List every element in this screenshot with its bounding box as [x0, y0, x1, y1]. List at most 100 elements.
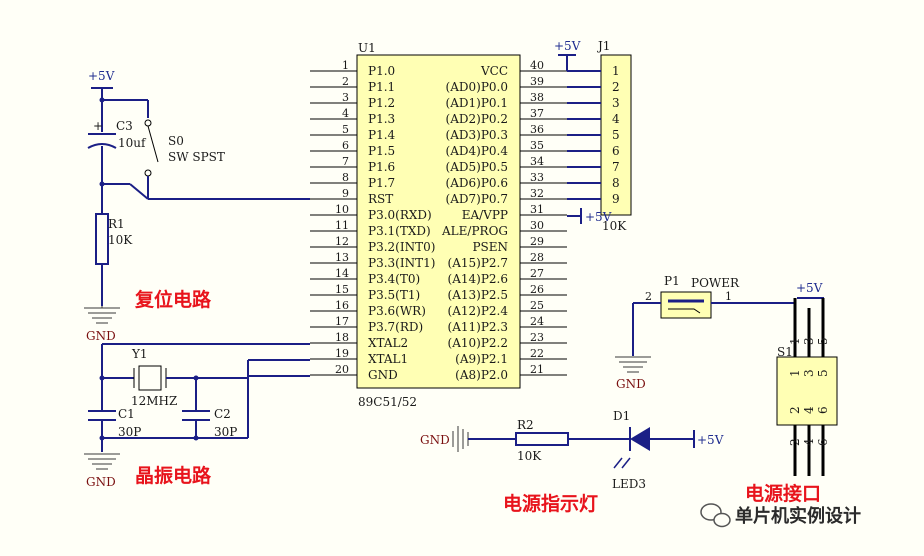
mcu-pin-name: (A12)P2.4 — [448, 304, 509, 318]
c1-ref: C1 — [118, 407, 135, 421]
section-label-crystal: 晶振电路 — [135, 464, 212, 487]
mcu-pin-number: 4 — [342, 107, 349, 120]
mcu-pin-number: 8 — [342, 171, 349, 184]
p1-power: POWER — [691, 276, 740, 290]
crystal-gnd-label: GND — [86, 475, 116, 489]
r2-value: 10K — [517, 449, 542, 463]
mcu-pin-number: 15 — [335, 283, 349, 296]
mcu-pin-number: 20 — [335, 363, 349, 376]
s0-ref: S0 — [168, 134, 184, 148]
mcu-pin-number: 10 — [335, 203, 349, 216]
mcu-pin-name: PSEN — [472, 240, 508, 254]
j1-pin-number: 3 — [612, 96, 620, 110]
mcu-pin-number: 18 — [335, 331, 349, 344]
mcu-pin-name: P1.3 — [368, 112, 395, 126]
schematic: U1 1 P1.0 2 P1.1 3 P1.2 4 P1.3 5 P1.4 6 P1.5 7 P1.6 8 P… — [84, 39, 861, 528]
capacitor-c3: + C3 10uf — [87, 119, 147, 150]
reset-gnd-symbol: GND — [84, 306, 120, 343]
s0-type: SW SPST — [168, 150, 225, 164]
mcu-pin-name: P1.5 — [368, 144, 395, 158]
led-d1: D1 LED3 — [612, 409, 650, 491]
ea-supply-label: +5V — [585, 210, 612, 224]
s1-supply-label: +5V — [796, 281, 823, 295]
j1-pin-number: 9 — [612, 192, 620, 206]
mcu-pin-number: 36 — [530, 123, 544, 136]
s1-outside-bottom-number: 2 — [788, 438, 802, 446]
mcu-pin-name: (A9)P2.1 — [455, 352, 508, 366]
mcu-pin-name: P1.1 — [368, 80, 395, 94]
s1-outside-bottom-number: 4 — [802, 438, 816, 446]
resistor-r2: R2 10K — [515, 418, 569, 463]
mcu-pin-number: 25 — [530, 299, 544, 312]
j1-pin-number: 8 — [612, 176, 620, 190]
mcu-pin-number: 32 — [530, 187, 544, 200]
mcu-pin-name: P3.5(T1) — [368, 288, 420, 302]
vcc-pin40-supply: +5V — [554, 39, 581, 71]
mcu-pin-number: 35 — [530, 139, 544, 152]
s1-outside-top-number: 1 — [788, 337, 802, 345]
watermark-text: 单片机实例设计 — [735, 505, 861, 527]
mcu-pin-name: RST — [368, 192, 393, 206]
j1-pin-number: 4 — [612, 112, 620, 126]
mcu-pin-number: 13 — [335, 251, 349, 264]
mcu-pin-number: 34 — [530, 155, 544, 168]
capacitor-c1: C1 30P — [88, 407, 141, 439]
mcu-pin-name: P1.7 — [368, 176, 395, 190]
mcu-pin-number: 37 — [530, 107, 544, 120]
mcu-pin-number: 40 — [530, 59, 544, 72]
indicator-gnd-symbol — [452, 426, 469, 452]
r1-value: 10K — [108, 233, 133, 247]
j1-pin-number: 2 — [612, 80, 620, 94]
mcu-pin-number: 23 — [530, 331, 544, 344]
section-label-indicator: 电源指示灯 — [503, 492, 598, 515]
s1-outside-top-number: 3 — [802, 337, 816, 345]
s1-outside-top-number: 5 — [816, 337, 830, 345]
mcu-u1: U1 1 P1.0 2 P1.1 3 P1.2 4 P1.3 5 P1.4 6 P1.5 7 P1.6 8 P… — [310, 41, 567, 409]
mcu-pin-number: 39 — [530, 75, 544, 88]
j1-pin-number: 5 — [612, 128, 620, 142]
c1-value: 30P — [118, 425, 141, 439]
p1-pin1: 1 — [725, 290, 732, 303]
c2-value: 30P — [214, 425, 237, 439]
reset-supply-label: +5V — [88, 69, 115, 83]
mcu-pin-name: GND — [368, 368, 398, 382]
mcu-pin-number: 19 — [335, 347, 349, 360]
mcu-pin-number: 1 — [342, 59, 349, 72]
resistor-r1: R1 10K — [95, 213, 133, 265]
mcu-pin-name: P1.6 — [368, 160, 395, 174]
mcu-pin-name: P3.3(INT1) — [368, 256, 435, 270]
led-label: LED3 — [612, 477, 646, 491]
mcu-pin-name: P3.6(WR) — [368, 304, 426, 318]
jack-gnd-label: GND — [616, 377, 646, 391]
mcu-pin-number: 33 — [530, 171, 544, 184]
ea-pin31-supply: +5V — [567, 208, 612, 224]
mcu-pin-name: P3.2(INT0) — [368, 240, 435, 254]
u1-ref: U1 — [358, 41, 376, 55]
mcu-pin-name: (AD6)P0.6 — [446, 176, 508, 190]
mcu-pin-name: (AD1)P0.1 — [446, 96, 508, 110]
mcu-pin-number: 11 — [335, 219, 349, 232]
reset-circuit: +5V + C3 10uf S0 SW SPST R1 10K GND 复位电路 — [84, 69, 310, 343]
mcu-pin-name: P1.4 — [368, 128, 396, 142]
mcu-pin-name: EA/VPP — [462, 208, 508, 222]
j1-pin-number: 1 — [612, 64, 620, 78]
y1-value: 12MHZ — [131, 394, 177, 408]
mcu-pin-name: (A14)P2.6 — [448, 272, 508, 286]
mcu-pin-number: 17 — [335, 315, 349, 328]
mcu-pin-name: (AD2)P0.2 — [446, 112, 508, 126]
y1-ref: Y1 — [131, 347, 148, 361]
d1-ref: D1 — [613, 409, 630, 423]
mcu-pin-name: XTAL1 — [368, 352, 408, 366]
vcc-label: +5V — [554, 39, 581, 53]
mcu-pin-name: (A10)P2.2 — [448, 336, 508, 350]
mcu-pin-name: (A13)P2.5 — [448, 288, 508, 302]
indicator-supply-label: +5V — [697, 433, 724, 447]
mcu-pin-number: 12 — [335, 235, 349, 248]
c3-value: 10uf — [118, 136, 147, 150]
mcu-pin-number: 16 — [335, 299, 349, 312]
mcu-pin-number: 22 — [530, 347, 544, 360]
s1-bottom-number: 2 — [788, 406, 802, 414]
mcu-pin-number: 6 — [342, 139, 349, 152]
mcu-pin-name: (A11)P2.3 — [448, 320, 508, 334]
header-j1: J1 123456789 10K — [567, 39, 632, 233]
